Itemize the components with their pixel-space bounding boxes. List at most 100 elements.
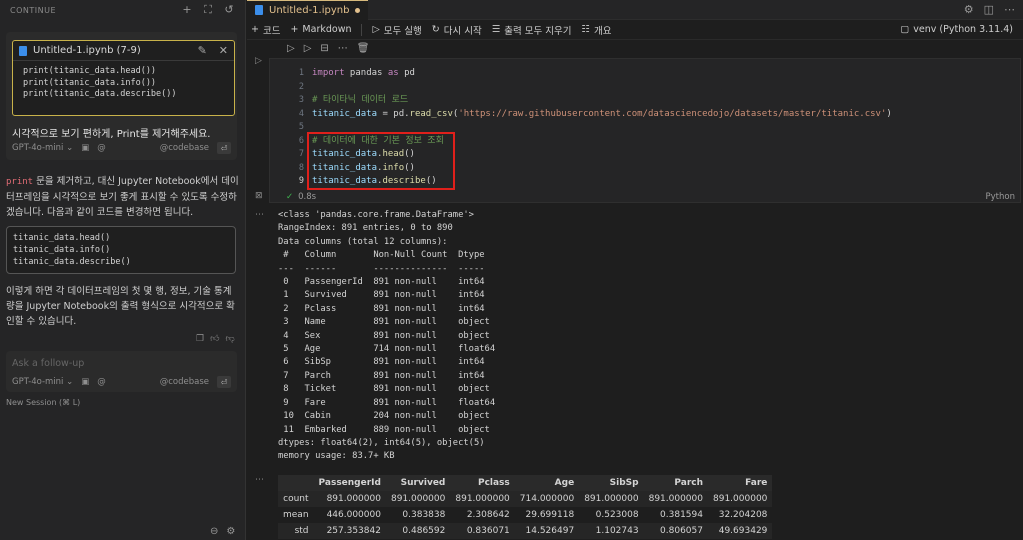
tab-label: Untitled-1.ipynb bbox=[269, 4, 350, 16]
thumbs-up-icon[interactable]: 👍︎ bbox=[210, 334, 219, 344]
output-line: 0 PassengerId 891 non-null int64 bbox=[278, 277, 496, 288]
table-cell: 891.000000 bbox=[713, 494, 768, 504]
run-cell-icon[interactable]: ▷ bbox=[255, 56, 262, 66]
thumbs-down-icon[interactable]: 👎︎ bbox=[225, 334, 234, 344]
table-cell: 14.526497 bbox=[525, 526, 575, 536]
add-code-button[interactable]: + 코드 bbox=[251, 23, 280, 37]
history-icon[interactable]: ↺ bbox=[223, 3, 235, 17]
gear-icon[interactable]: ⚙ bbox=[964, 3, 974, 16]
enter-icon[interactable]: ⏎ bbox=[217, 142, 231, 154]
followup-input-box[interactable]: Ask a follow-up GPT-4o-mini ⌄ ▣ @ @codeb… bbox=[6, 351, 237, 392]
column-header bbox=[278, 475, 314, 491]
followup-placeholder[interactable]: Ask a follow-up bbox=[12, 358, 84, 369]
minus-circle-icon[interactable]: ⊖ bbox=[210, 526, 218, 537]
table-cell: 446.000000 bbox=[326, 510, 381, 520]
edit-icon[interactable]: ✎ bbox=[198, 44, 207, 57]
output-more-icon[interactable]: ⋯ bbox=[255, 475, 264, 485]
table-row: count 891.000000 891.000000 891.000000 714.0… bbox=[278, 491, 773, 507]
table-cell: 49.693429 bbox=[718, 526, 768, 536]
outline-button[interactable]: ☷ 개요 bbox=[582, 23, 612, 37]
table-cell: 0.381594 bbox=[660, 510, 703, 520]
table-cell: 891.000000 bbox=[648, 494, 703, 504]
clear-outputs-button[interactable]: ☰ 출력 모두 지우기 bbox=[492, 23, 572, 37]
cell-toolbar: ▷ ▷ ⊟ ⋯ 🗑︎ bbox=[287, 43, 370, 54]
output-line: 2 Pclass 891 non-null int64 bbox=[278, 303, 496, 314]
code-line: titanic_data.describe() bbox=[13, 257, 131, 267]
split-cell-icon[interactable]: ⊟ bbox=[320, 43, 328, 54]
column-header: Parch bbox=[643, 475, 708, 491]
at-icon[interactable]: @ bbox=[97, 143, 106, 153]
model-selector[interactable]: GPT-4o-mini ⌄ bbox=[12, 143, 73, 153]
row-header: mean bbox=[283, 510, 309, 520]
output-more-icon[interactable]: ⋯ bbox=[255, 210, 264, 220]
notebook-editor: Untitled-1.ipynb ⚙ ◫ ⋯ + 코드 + Markdown ▷ 모두… bbox=[247, 0, 1023, 540]
column-header: Fare bbox=[708, 475, 773, 491]
output-line: 10 Cabin 204 non-null object bbox=[278, 411, 496, 422]
gear-icon[interactable]: ⚙ bbox=[226, 526, 235, 537]
run-above-icon[interactable]: ▷ bbox=[287, 43, 295, 54]
table-cell: 32.204208 bbox=[718, 510, 768, 520]
inline-code: print bbox=[6, 177, 34, 187]
tab-untitled-notebook[interactable]: Untitled-1.ipynb bbox=[247, 0, 369, 20]
message-input-bar: GPT-4o-mini ⌄ ▣ @ @codebase ⏎ bbox=[12, 142, 231, 154]
unsaved-dot-icon[interactable] bbox=[355, 7, 361, 13]
codebase-tag[interactable]: @codebase bbox=[160, 143, 209, 153]
context-code: print(titanic_data.head()) print(titanic… bbox=[13, 61, 234, 106]
close-icon[interactable]: ✕ bbox=[219, 44, 228, 57]
user-message-text: 시각적으로 보기 편하게, Print를 제거해주세요. bbox=[12, 129, 211, 140]
row-header: std bbox=[294, 526, 309, 536]
table-cell: 891.000000 bbox=[390, 494, 446, 504]
add-markdown-button[interactable]: + Markdown bbox=[290, 24, 351, 35]
model-selector[interactable]: GPT-4o-mini ⌄ bbox=[12, 377, 73, 387]
cell-language[interactable]: Python bbox=[986, 192, 1021, 202]
output-line: RangeIndex: 891 entries, 0 to 890 bbox=[278, 223, 453, 234]
response-code-block[interactable]: titanic_data.head() titanic_data.info() … bbox=[6, 226, 236, 274]
run-all-button[interactable]: ▷ 모두 실행 bbox=[372, 23, 421, 37]
cell-status-bar: ✓ 0.8s Python bbox=[269, 190, 1021, 204]
enter-icon[interactable]: ⏎ bbox=[217, 376, 231, 388]
success-check-icon: ✓ bbox=[286, 192, 294, 202]
output-line: Data columns (total 12 columns): bbox=[278, 236, 448, 247]
output-line: 5 Age 714 non-null float64 bbox=[278, 344, 496, 355]
table-cell: 29.699118 bbox=[525, 510, 575, 520]
new-session-hint[interactable]: New Session (⌘ L) bbox=[6, 398, 80, 407]
code-line: print(titanic_data.head()) bbox=[23, 66, 157, 76]
tab-bar: Untitled-1.ipynb ⚙ ◫ ⋯ bbox=[247, 0, 1023, 20]
kernel-icon: ▢ bbox=[900, 24, 910, 35]
outline-icon: ☷ bbox=[581, 24, 591, 35]
output-line: 8 Ticket 891 non-null object bbox=[278, 384, 496, 395]
table-row: std 257.353842 0.486592 0.836071 14.526497 1.… bbox=[278, 523, 773, 539]
image-icon[interactable]: ▣ bbox=[81, 377, 89, 387]
notebook-icon bbox=[19, 45, 27, 56]
output-line: dtypes: float64(2), int64(5), object(5) bbox=[278, 437, 485, 448]
output-line: 1 Survived 891 non-null int64 bbox=[278, 290, 496, 301]
delete-icon[interactable]: 🗑︎ bbox=[357, 43, 370, 54]
column-header: Age bbox=[514, 475, 580, 491]
expand-icon[interactable]: ⛶ bbox=[202, 3, 214, 17]
at-icon[interactable]: @ bbox=[97, 377, 106, 387]
codebase-tag[interactable]: @codebase bbox=[160, 377, 209, 387]
split-editor-icon[interactable]: ◫ bbox=[984, 3, 994, 16]
copy-icon[interactable]: ❐ bbox=[196, 334, 204, 344]
image-icon[interactable]: ▣ bbox=[81, 143, 89, 153]
more-icon[interactable]: ⋯ bbox=[338, 43, 348, 54]
kernel-picker[interactable]: ▢ venv (Python 3.11.4) bbox=[900, 24, 1019, 35]
column-header: Pclass bbox=[450, 475, 515, 491]
sidebar-header: CONTINUE + ⛶ ↺ bbox=[0, 0, 245, 20]
notebook-toolbar: + 코드 + Markdown ▷ 모두 실행 ↻ 다시 시작 ☰ 출력 모두 지우기 ☷… bbox=[247, 20, 1023, 40]
table-cell: 891.000000 bbox=[455, 494, 510, 504]
cell-output-toggle-icon[interactable]: ⊠ bbox=[255, 191, 263, 201]
context-file-snippet[interactable]: Untitled-1.ipynb (7-9) ✎ ✕ print(titanic… bbox=[12, 40, 235, 116]
table-cell: 0.836071 bbox=[466, 526, 510, 536]
column-header: Survived bbox=[385, 475, 451, 491]
table-cell: 891.000000 bbox=[326, 494, 381, 504]
run-below-icon[interactable]: ▷ bbox=[304, 43, 312, 54]
restart-button[interactable]: ↻ 다시 시작 bbox=[432, 23, 482, 37]
user-message-card: Untitled-1.ipynb (7-9) ✎ ✕ print(titanic… bbox=[6, 32, 237, 160]
table-cell: 0.383838 bbox=[402, 510, 446, 520]
column-header: PassengerId bbox=[313, 475, 386, 491]
describe-table: PassengerId Survived Pclass Age SibSp Parch Fa… bbox=[278, 475, 773, 539]
table-row: mean 446.000000 0.383838 2.308642 29.699118 0… bbox=[278, 507, 773, 523]
more-icon[interactable]: ⋯ bbox=[1004, 3, 1015, 16]
plus-icon[interactable]: + bbox=[181, 3, 193, 17]
